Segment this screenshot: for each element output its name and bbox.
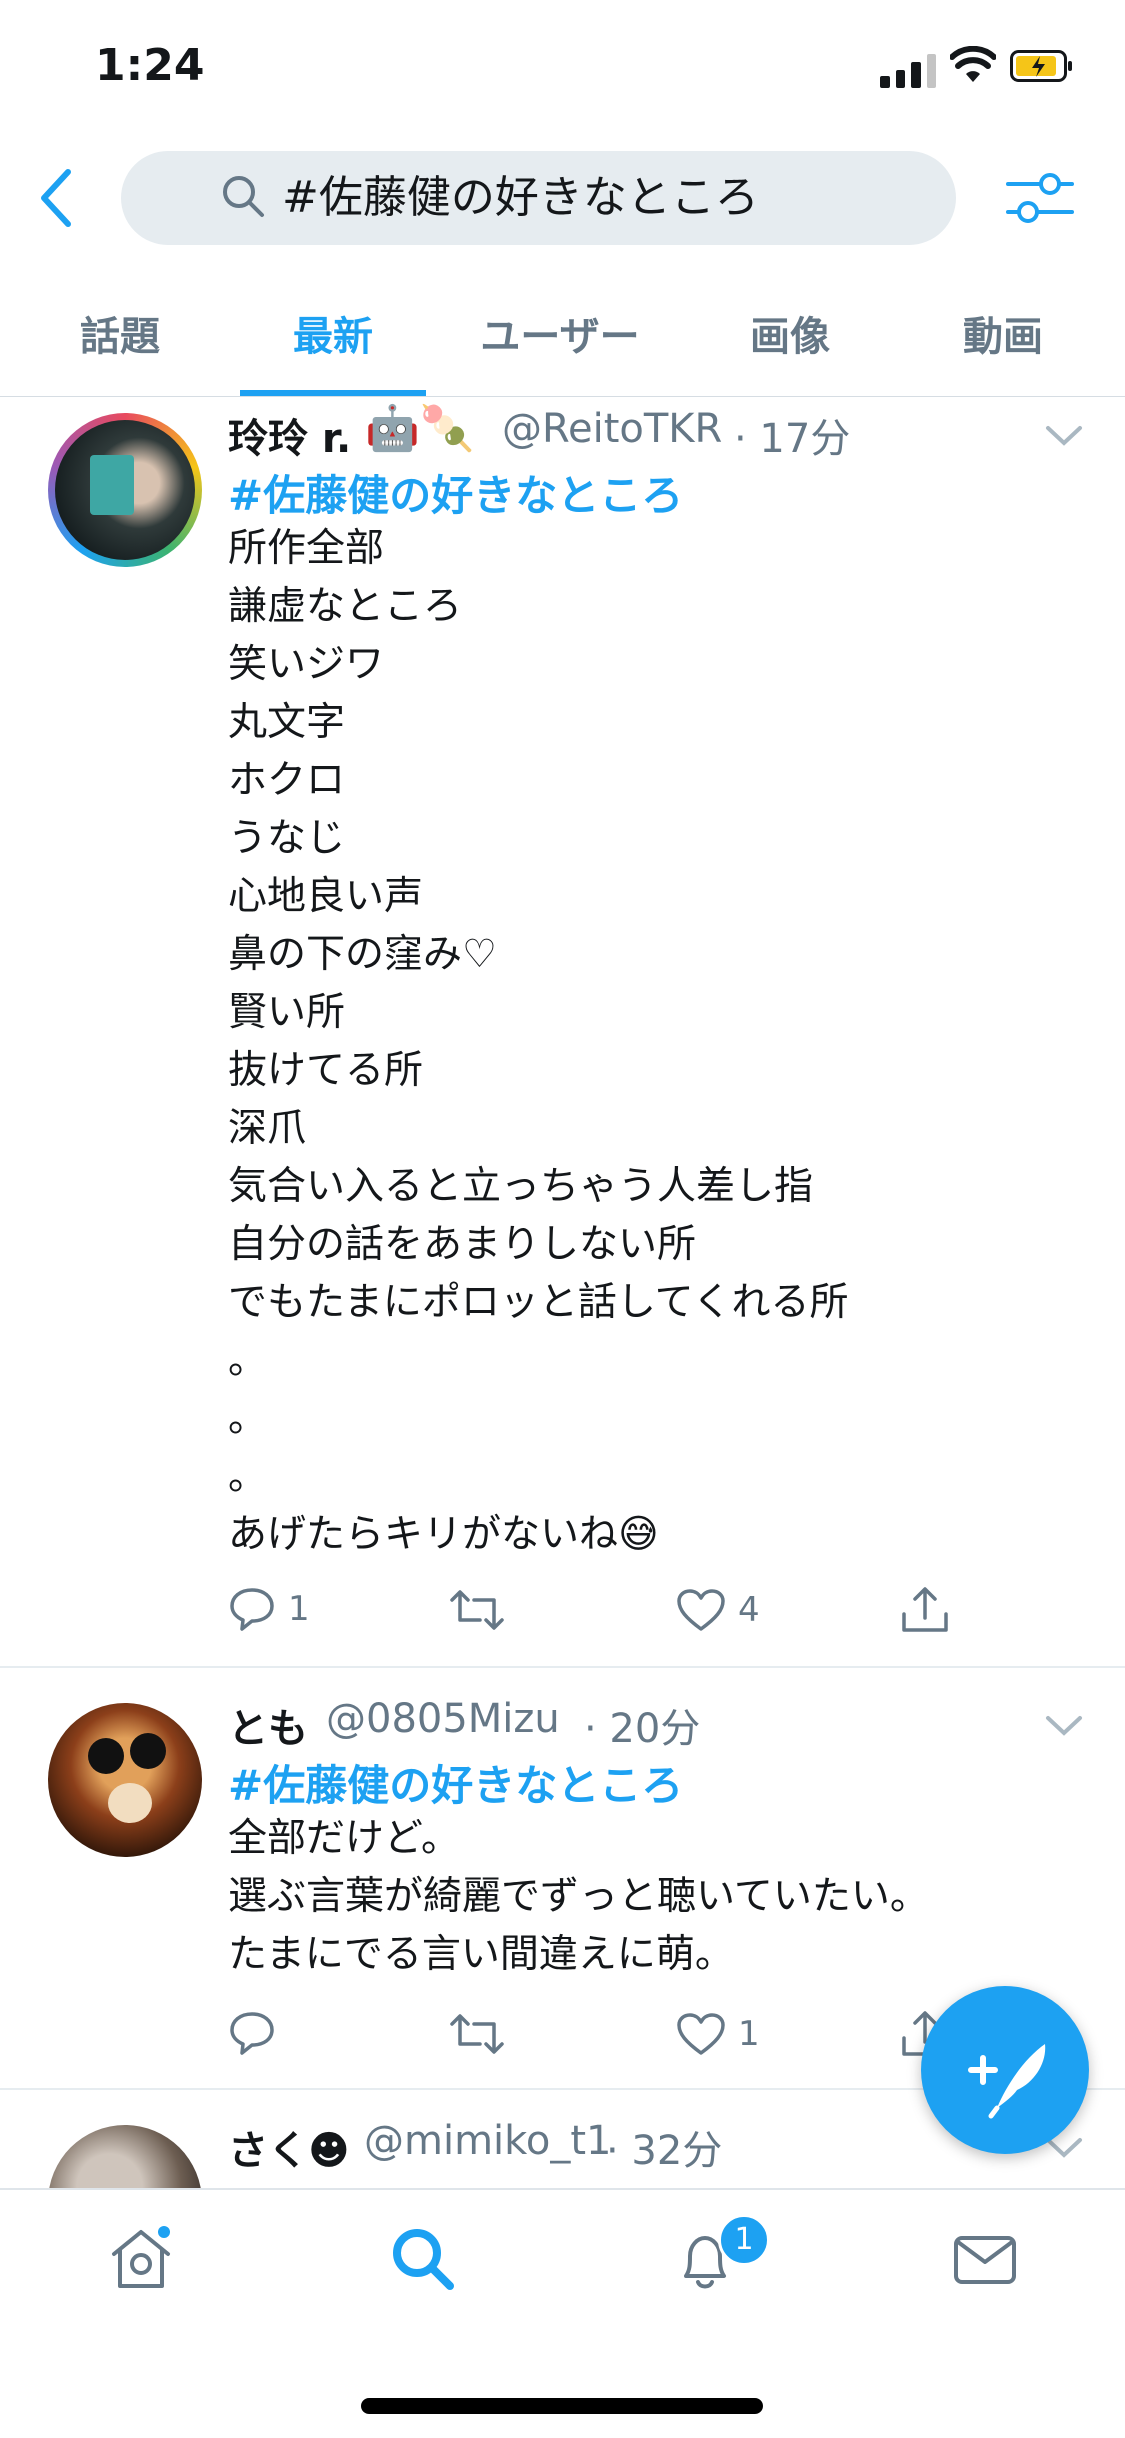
like-icon bbox=[677, 2013, 725, 2055]
avatar[interactable] bbox=[48, 413, 202, 567]
tweet-line: 抜けてる所 bbox=[228, 1048, 424, 1093]
home-icon[interactable] bbox=[108, 2226, 174, 2292]
tweet-author-name[interactable]: 玲玲 r. bbox=[228, 406, 351, 464]
search-tabs: 話題 最新 ユーザー 画像 動画 bbox=[0, 282, 1125, 397]
tweet-body: 全部だけど。 選ぶ言葉が綺麗でずっと聴いていたい。 たまにでる言い間違えに萌。 bbox=[228, 1810, 929, 1984]
reply-count: 1 bbox=[288, 1589, 310, 1629]
search-query: #佐藤健の好きなところ bbox=[282, 172, 759, 223]
tweet-line: たまにでる言い間違えに萌。 bbox=[228, 1932, 734, 1977]
like-count: 1 bbox=[738, 2014, 760, 2054]
tweet-line: 深爪 bbox=[228, 1106, 307, 1151]
tweet-line: 気合い入ると立っちゃう人差し指 bbox=[228, 1164, 814, 1209]
tweet-timestamp: · 20分 bbox=[584, 1706, 701, 1752]
reply-button[interactable]: 1 bbox=[228, 1586, 310, 1632]
avatar[interactable] bbox=[48, 1703, 202, 1857]
status-time: 1:24 bbox=[95, 40, 205, 91]
tweet-body: 所作全部 謙虚なところ 笑いジワ 丸文字 ホクロ うなじ 心地良い声 鼻の下の窪… bbox=[228, 520, 849, 1564]
reply-button[interactable] bbox=[228, 2010, 288, 2056]
name-emoji: 🤖🍡 bbox=[365, 403, 475, 454]
tweet-line: 所作全部 bbox=[228, 526, 385, 571]
like-icon bbox=[677, 1589, 725, 1631]
chevron-down-icon[interactable] bbox=[1044, 424, 1084, 448]
tweet-line: 丸文字 bbox=[228, 700, 346, 745]
reply-icon bbox=[230, 1588, 274, 1631]
chevron-down-icon[interactable] bbox=[1044, 1714, 1084, 1738]
home-indicator bbox=[361, 2398, 763, 2414]
filter-icon[interactable] bbox=[1004, 166, 1076, 230]
tweet-line: 選ぶ言葉が綺麗でずっと聴いていたい。 bbox=[228, 1874, 929, 1919]
battery-icon bbox=[1010, 50, 1072, 82]
tweet-handle[interactable]: @0805Mizu bbox=[326, 1696, 560, 1742]
tweet-line: 笑いジワ bbox=[228, 642, 385, 687]
like-count: 4 bbox=[738, 1590, 760, 1630]
tweet-line: 。 bbox=[228, 1338, 268, 1383]
tweet-author-name[interactable]: さく☻ bbox=[228, 2118, 350, 2176]
hashtag-link[interactable]: #佐藤健の好きなところ bbox=[228, 462, 683, 523]
compose-icon bbox=[968, 2044, 1046, 2119]
tweet-timestamp: · 32分 bbox=[606, 2128, 723, 2174]
wifi-icon bbox=[950, 46, 996, 82]
tweet-line: 謙虚なところ bbox=[228, 584, 463, 629]
tab-photos[interactable]: 画像 bbox=[730, 304, 850, 362]
tweet-line: うなじ bbox=[228, 816, 346, 861]
tab-people[interactable]: ユーザー bbox=[465, 304, 655, 362]
tab-videos[interactable]: 動画 bbox=[943, 304, 1063, 362]
tweet-line: 心地良い声 bbox=[228, 874, 424, 919]
retweet-icon bbox=[450, 1590, 504, 1630]
tweet-line: でもたまにポロッと話してくれる所 bbox=[228, 1280, 849, 1325]
messages-icon[interactable] bbox=[952, 2232, 1018, 2288]
tab-top[interactable]: 話題 bbox=[60, 304, 180, 362]
search-icon bbox=[223, 176, 264, 217]
search-icon[interactable] bbox=[388, 2224, 458, 2294]
divider bbox=[0, 1666, 1125, 1668]
tweet-line: 全部だけど。 bbox=[228, 1816, 461, 1861]
tab-latest[interactable]: 最新 bbox=[273, 304, 393, 362]
tweet-line: 賢い所 bbox=[228, 990, 346, 1035]
reply-icon bbox=[230, 2012, 274, 2055]
active-tab-indicator bbox=[240, 390, 426, 396]
retweet-icon bbox=[450, 2014, 504, 2054]
tweet-handle[interactable]: @mimiko_t1 bbox=[364, 2118, 612, 2164]
share-icon[interactable] bbox=[900, 1584, 950, 1636]
tweet-line: 。 bbox=[228, 1454, 268, 1499]
tweet-line: あげたらキリがないね😅 bbox=[228, 1512, 659, 1557]
retweet-button[interactable] bbox=[448, 2012, 506, 2056]
compose-button[interactable] bbox=[921, 1986, 1089, 2154]
tweet-line: 自分の話をあまりしない所 bbox=[228, 1222, 697, 1267]
retweet-button[interactable] bbox=[448, 1588, 506, 1632]
cellular-signal-icon bbox=[880, 52, 936, 88]
hashtag-link[interactable]: #佐藤健の好きなところ bbox=[228, 1752, 683, 1813]
back-icon[interactable] bbox=[36, 166, 76, 230]
like-button[interactable]: 4 bbox=[676, 1588, 760, 1632]
tweet-author-name[interactable]: とも bbox=[228, 1696, 308, 1754]
notification-badge: 1 bbox=[718, 2214, 770, 2266]
tweet-line: 。 bbox=[228, 1396, 268, 1441]
tweet-timestamp: · 17分 bbox=[734, 416, 851, 462]
tweet-line: 鼻の下の窪み♡ bbox=[228, 932, 497, 977]
tweet-line: ホクロ bbox=[228, 758, 346, 803]
like-button[interactable]: 1 bbox=[676, 2012, 760, 2056]
tweet-handle[interactable]: @ReitoTKR bbox=[502, 406, 722, 452]
